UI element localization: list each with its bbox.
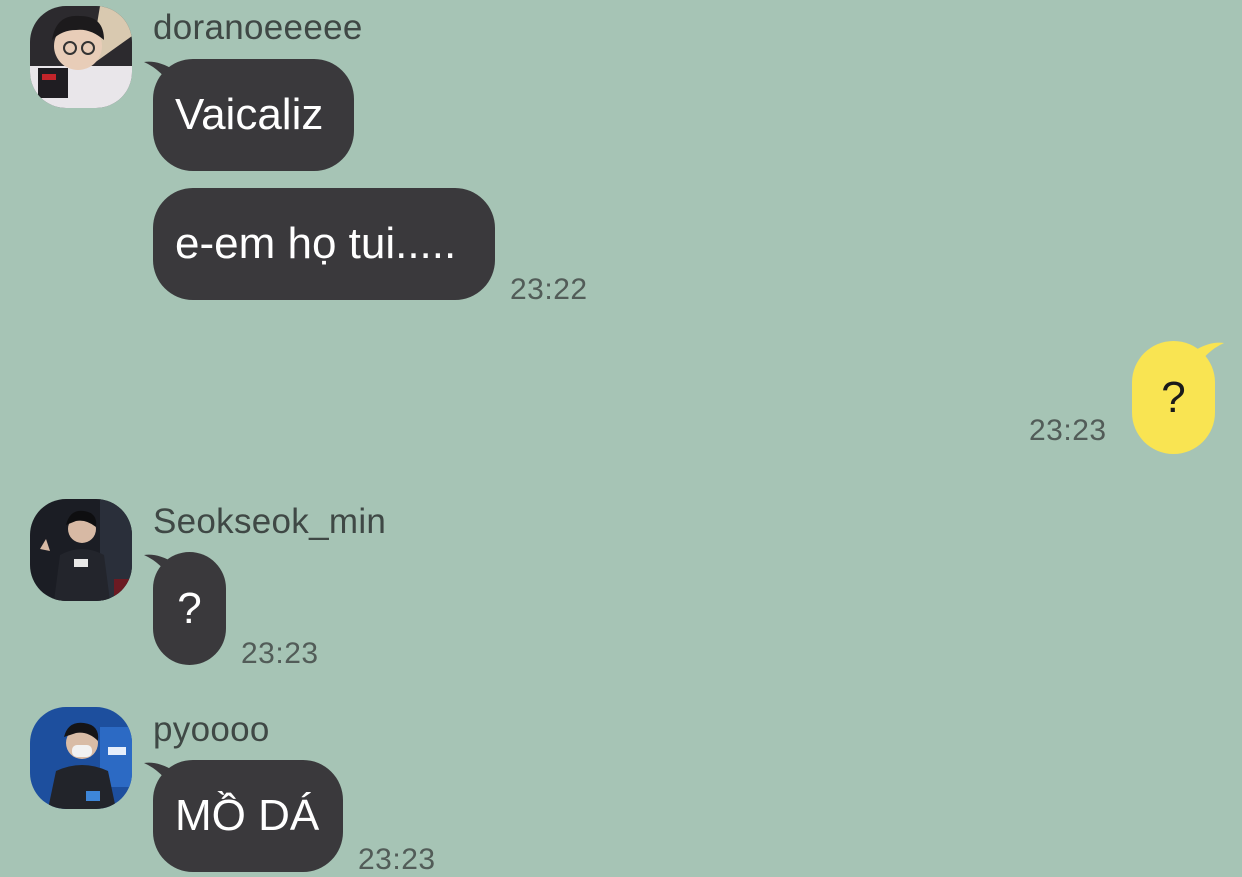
avatar-seokseok-min[interactable] — [30, 499, 132, 601]
message-timestamp: 23:23 — [358, 843, 436, 876]
avatar-pyoooo[interactable] — [30, 707, 132, 809]
message-timestamp: 23:23 — [241, 637, 319, 670]
message-bubble[interactable]: Vaicaliz — [153, 59, 354, 171]
message-timestamp: 23:23 — [1029, 414, 1107, 447]
message-bubble[interactable]: ? — [153, 552, 226, 665]
message-bubble[interactable]: e-em họ tui..... — [153, 188, 495, 300]
sender-name: pyoooo — [153, 710, 270, 749]
sender-name: Seokseok_min — [153, 502, 387, 541]
my-message-bubble[interactable]: ? — [1132, 341, 1215, 454]
avatar-doranoeeeee[interactable] — [30, 6, 132, 108]
message-bubble[interactable]: MỒ DÁ — [153, 760, 343, 872]
profile-photo-icon — [30, 6, 132, 108]
profile-photo-icon — [30, 499, 132, 601]
profile-photo-icon — [30, 707, 132, 809]
sender-name: doranoeeeee — [153, 8, 363, 47]
message-timestamp: 23:22 — [510, 273, 588, 306]
